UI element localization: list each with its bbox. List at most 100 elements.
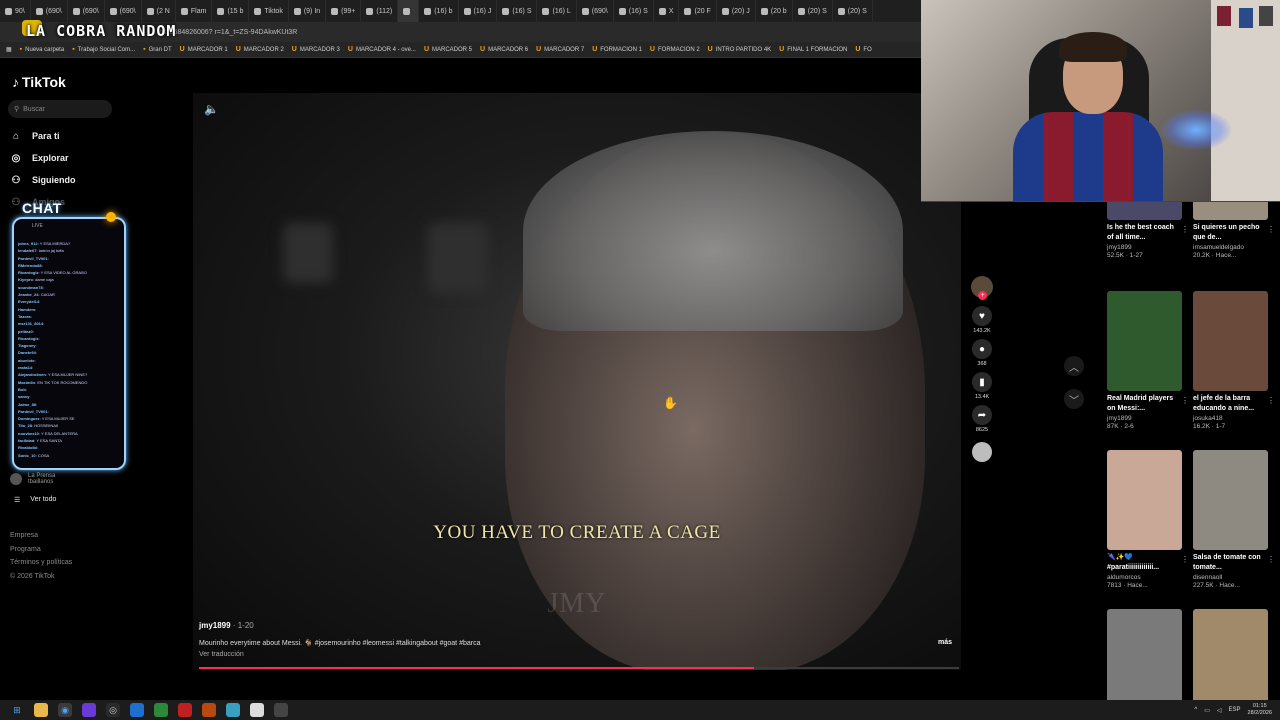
bookmark-action[interactable]: ▮ 13.4K: [968, 372, 996, 403]
browser-tab[interactable]: Tiktok: [249, 0, 289, 22]
comment-icon[interactable]: ●: [972, 339, 992, 359]
browser-tab[interactable]: (16) S: [614, 0, 654, 22]
translate-link[interactable]: Ver traducción: [199, 651, 244, 658]
card-title[interactable]: Is he the best coach of all time...: [1107, 223, 1177, 243]
bookmark-item[interactable]: U MARCADOR 4 - ove...: [348, 46, 416, 53]
bookmark-item[interactable]: U MARCADOR 1: [180, 46, 228, 53]
clock[interactable]: 01:15 28/2/2026: [1248, 703, 1272, 717]
app-icon[interactable]: [154, 703, 168, 717]
more-options-icon[interactable]: ⋮: [1181, 555, 1189, 564]
bookmark-item[interactable]: U MARCADOR 6: [480, 46, 528, 53]
video-thumbnail[interactable]: [1107, 609, 1182, 700]
recommended-video-card[interactable]: el jefe de la barra educando a nine... ⋮ j…: [1193, 291, 1275, 430]
share-icon[interactable]: ➦: [972, 405, 992, 425]
video-thumbnail[interactable]: [1193, 450, 1268, 550]
bookmark-item[interactable]: U MARCADOR 7: [536, 46, 584, 53]
tray-chevron-icon[interactable]: ^: [1194, 707, 1197, 713]
card-user[interactable]: josuka418: [1193, 415, 1275, 422]
card-user[interactable]: imsamueldelgado: [1193, 244, 1275, 251]
volume-icon[interactable]: ◁: [1217, 707, 1222, 714]
bookmark-item[interactable]: U INTRO PARTIDO 4K: [708, 46, 772, 53]
more-options-icon[interactable]: ⋮: [1267, 225, 1275, 234]
following-account[interactable]: La Prensa tbaillanos: [10, 473, 55, 485]
apps-icon[interactable]: ▦: [6, 46, 12, 53]
video-thumbnail[interactable]: [1193, 609, 1268, 700]
app-icon[interactable]: [226, 703, 240, 717]
recommended-video-card[interactable]: Si quieres un pecho que de... ⋮ imsamuelde…: [1193, 202, 1275, 259]
nav-explorar[interactable]: ◎ Explorar: [10, 149, 130, 167]
bookmark-item[interactable]: U FORMACION 1: [592, 46, 642, 53]
app-icon[interactable]: [82, 703, 96, 717]
video-thumbnail[interactable]: [1107, 202, 1182, 220]
browser-tab[interactable]: (112): [361, 0, 399, 22]
comment-action[interactable]: ● 368: [968, 339, 996, 370]
more-options-icon[interactable]: ⋮: [1181, 396, 1189, 405]
card-user[interactable]: aldumorcos: [1107, 574, 1189, 581]
browser-tab[interactable]: (16) J: [459, 0, 498, 22]
card-user[interactable]: jmy1899: [1107, 244, 1189, 251]
card-user[interactable]: disennaoll: [1193, 574, 1275, 581]
creator-avatar[interactable]: +: [971, 276, 993, 300]
browser-tab[interactable]: (20 b: [756, 0, 793, 22]
speaker-icon[interactable]: 🔈: [204, 102, 219, 116]
video-author[interactable]: jmy1899 · 1-20: [199, 621, 254, 630]
tiktok-logo[interactable]: ♪ TikTok: [12, 74, 66, 90]
heart-icon[interactable]: ♥: [972, 306, 992, 326]
footer-link-programa[interactable]: Programa: [10, 543, 72, 557]
recommended-video-card[interactable]: 🌂✨💙 #paratiiiiiiiiiiiii... ⋮ aldumorcos 781…: [1107, 450, 1189, 589]
start-icon[interactable]: ⊞: [10, 703, 24, 717]
recommended-video-card[interactable]: [1193, 609, 1275, 700]
card-title[interactable]: Salsa de tomate con tomate...: [1193, 553, 1263, 573]
network-icon[interactable]: ▭: [1204, 707, 1210, 714]
footer-link-empresa[interactable]: Empresa: [10, 529, 72, 543]
more-link[interactable]: más: [938, 639, 952, 646]
browser-tab[interactable]: [398, 0, 420, 22]
video-thumbnail[interactable]: [1107, 291, 1182, 391]
browser-tab[interactable]: 90\: [0, 0, 31, 22]
more-options-icon[interactable]: ⋮: [1267, 396, 1275, 405]
browser-tab[interactable]: (9) In: [289, 0, 327, 22]
search-input[interactable]: ⚲ Buscar: [8, 100, 112, 118]
like-action[interactable]: ♥ 143.2K: [968, 306, 996, 337]
video-progress-bar[interactable]: [199, 667, 959, 669]
browser-tab[interactable]: (16) S: [497, 0, 538, 22]
record-icon[interactable]: [178, 703, 192, 717]
footer-link-terminos[interactable]: Términos y políticas: [10, 556, 72, 570]
browser-tab[interactable]: (690\: [105, 0, 142, 22]
card-user[interactable]: jmy1899: [1107, 415, 1189, 422]
browser-tab[interactable]: (690\: [68, 0, 105, 22]
app-icon[interactable]: [202, 703, 216, 717]
card-title[interactable]: el jefe de la barra educando a nine...: [1193, 394, 1263, 414]
browser-tab[interactable]: (20) S: [793, 0, 833, 22]
video-thumbnail[interactable]: [1193, 291, 1268, 391]
browser-tab[interactable]: (15 b: [212, 0, 250, 22]
browser-tab[interactable]: (2 N: [142, 0, 176, 22]
browser-tab[interactable]: (16) L: [537, 0, 577, 22]
browser-tab[interactable]: (20) J: [717, 0, 756, 22]
follow-plus-icon[interactable]: +: [978, 291, 987, 300]
bookmark-item[interactable]: ▪ Trabajo Social Com...: [72, 46, 135, 53]
video-thumbnail[interactable]: [1193, 202, 1268, 220]
music-disc-icon[interactable]: [972, 442, 992, 462]
share-action[interactable]: ➦ 8625: [968, 405, 996, 436]
video-thumbnail[interactable]: [1107, 450, 1182, 550]
recommended-video-card[interactable]: Is he the best coach of all time... ⋮ jmy1…: [1107, 202, 1189, 259]
browser-tab[interactable]: (99+: [326, 0, 362, 22]
edge-icon[interactable]: [130, 703, 144, 717]
see-all-link[interactable]: ☰ Ver todo: [14, 496, 56, 504]
bookmark-item[interactable]: U FORMACION 2: [650, 46, 700, 53]
browser-tab[interactable]: (20 F: [679, 0, 717, 22]
bookmark-item[interactable]: U MARCADOR 3: [292, 46, 340, 53]
browser-tab[interactable]: X: [654, 0, 680, 22]
language-indicator[interactable]: ESP: [1229, 707, 1241, 713]
obs-icon[interactable]: [274, 703, 288, 717]
browser-tab[interactable]: (690\: [31, 0, 68, 22]
browser-tab[interactable]: Flam: [176, 0, 213, 22]
bookmark-item[interactable]: U FO: [855, 46, 871, 53]
bookmark-icon[interactable]: ▮: [972, 372, 992, 392]
bookmark-item[interactable]: U MARCADOR 2: [236, 46, 284, 53]
recommended-video-card[interactable]: Real Madrid players on Messi:... ⋮ jmy1899…: [1107, 291, 1189, 430]
card-title[interactable]: Si quieres un pecho que de...: [1193, 223, 1263, 243]
chevron-up-icon[interactable]: ︿: [1064, 356, 1084, 376]
more-options-icon[interactable]: ⋮: [1181, 225, 1189, 234]
